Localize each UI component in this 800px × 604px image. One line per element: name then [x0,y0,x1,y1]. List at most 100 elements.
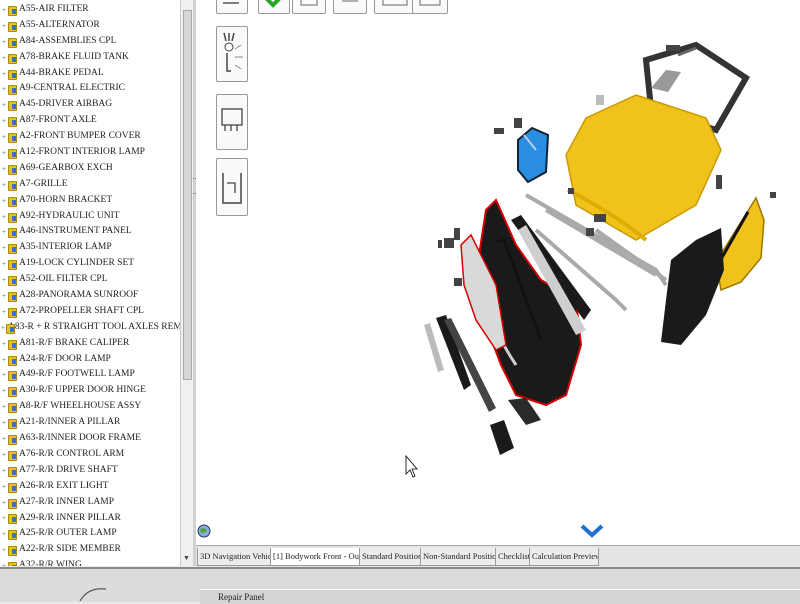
hood-part[interactable] [565,94,722,241]
expand-icon[interactable]: + [1,404,7,411]
tree-item[interactable]: + A19-LOCK CYLINDER SET [0,256,180,272]
expand-icon[interactable]: + [1,388,7,395]
tree-item[interactable]: + A32-R/R WING [0,558,180,566]
tree-scrollbar[interactable]: ▼ [180,0,193,566]
expand-icon[interactable]: + [1,54,7,61]
tree-item[interactable]: + A21-R/INNER A PILLAR [0,415,180,431]
expand-icon[interactable]: + [1,292,7,299]
expand-icon[interactable]: + [1,181,7,188]
tree-item[interactable]: +A83-R + R STRAIGHT TOOL AXLES REMOVED [0,320,180,336]
expand-icon[interactable]: + [1,324,5,331]
tree-item[interactable]: + A76-R/R CONTROL ARM [0,447,180,463]
tree-item[interactable]: + A2-FRONT BUMPER COVER [0,129,180,145]
tree-scrollbar-thumb[interactable] [183,10,192,380]
expand-icon[interactable]: + [1,70,7,77]
tree-item[interactable]: + A12-FRONT INTERIOR LAMP [0,145,180,161]
tree-item-label: A30-R/F UPPER DOOR HINGE [19,385,146,396]
tree-item[interactable]: + A77-R/R DRIVE SHAFT [0,463,180,479]
expand-icon[interactable]: + [1,197,7,204]
headlamp-part[interactable] [517,126,550,184]
expand-icon[interactable]: + [1,118,7,125]
tree-item[interactable]: + A27-R/R INNER LAMP [0,495,180,511]
tree-item-label: A8-R/F WHEELHOUSE ASSY [19,401,142,412]
tree-item[interactable]: + A8-R/F WHEELHOUSE ASSY [0,399,180,415]
expand-icon[interactable]: + [1,213,7,220]
tree-item[interactable]: + A46-INSTRUMENT PANEL [0,224,180,240]
lower-bracket-part[interactable] [490,420,514,455]
tree-item[interactable]: + A81-R/F BRAKE CALIPER [0,336,180,352]
expand-icon[interactable]: + [1,261,7,268]
tab-checklist[interactable]: Checklist [495,548,532,566]
part-folder-icon [8,450,17,461]
tree-item[interactable]: + A87-FRONT AXLE [0,113,180,129]
tree-item-label: A29-R/R INNER PILLAR [19,512,121,523]
tree-item[interactable]: + A70-HORN BRACKET [0,193,180,209]
tree-item[interactable]: + A49-R/F FOOTWELL LAMP [0,367,180,383]
wheel-arch-liner-part[interactable] [661,228,724,345]
tab-calculation-preview[interactable]: Calculation Preview [529,548,599,566]
expand-icon[interactable]: + [1,38,7,45]
expand-icon[interactable]: + [1,499,7,506]
tab-bodywork-front-outer[interactable]: [1] Bodywork Front - Outer [270,548,362,566]
expand-icon[interactable]: + [1,451,7,458]
expand-icon[interactable]: + [1,356,7,363]
tree-item[interactable]: + A78-BRAKE FLUID TANK [0,50,180,66]
expand-icon[interactable]: + [1,435,7,442]
tree-item[interactable]: + A45-DRIVER AIRBAG [0,97,180,113]
tab-standard-positions[interactable]: Standard Positions [359,548,423,566]
expand-icon[interactable]: + [1,134,7,141]
part-folder-icon [8,227,17,239]
tab-3d-navigation-vehicle[interactable]: 3D Navigation Vehicle [197,548,273,566]
right-fender-part[interactable] [715,196,765,292]
expand-icon[interactable]: + [1,165,7,172]
expand-icon[interactable]: + [1,229,7,236]
tree-item[interactable]: + A29-R/R INNER PILLAR [0,511,180,527]
expand-icon[interactable]: + [1,102,7,109]
expand-icon[interactable]: + [1,6,7,13]
tree-item[interactable]: + A26-R/R EXIT LIGHT [0,479,180,495]
tree-item[interactable]: + A30-R/F UPPER DOOR HINGE [0,383,180,399]
tree-item[interactable]: + A22-R/R SIDE MEMBER [0,542,180,558]
expand-icon[interactable]: + [1,22,7,29]
tree-item[interactable]: + A69-GEARBOX EXCH [0,161,180,177]
tree-item-label: A81-R/F BRAKE CALIPER [19,337,130,348]
tree-item[interactable]: + A55-ALTERNATOR [0,18,180,34]
repair-panel-header[interactable]: Repair Panel [200,589,800,604]
part-folder-icon [8,259,17,271]
scroll-down-icon[interactable]: ▼ [183,554,190,562]
tree-item[interactable]: + A92-HYDRAULIC UNIT [0,209,180,225]
chevron-down-icon[interactable] [580,524,604,538]
expand-icon[interactable]: + [1,372,7,379]
expand-icon[interactable]: + [1,308,7,315]
expand-icon[interactable]: + [1,515,7,522]
globe-icon[interactable] [197,524,211,538]
expand-icon[interactable]: + [1,547,7,554]
expand-icon[interactable]: + [1,563,7,566]
expand-icon[interactable]: + [1,245,7,252]
tree-item[interactable]: + A63-R/INNER DOOR FRAME [0,431,180,447]
tree-item[interactable]: + A25-R/R OUTER LAMP [0,526,180,542]
expand-icon[interactable]: + [1,531,7,538]
expand-icon[interactable]: + [1,277,7,284]
tree-item[interactable]: + A9-CENTRAL ELECTRIC [0,81,180,97]
tree-item[interactable]: + A24-R/F DOOR LAMP [0,352,180,368]
tree-item[interactable]: + A84-ASSEMBLIES CPL [0,34,180,50]
expand-icon[interactable]: + [1,483,7,490]
tree-item[interactable]: + A28-PANORAMA SUNROOF [0,288,180,304]
tree-item[interactable]: + A52-OIL FILTER CPL [0,272,180,288]
expand-icon[interactable]: + [1,340,7,347]
tree-item[interactable]: + A7-GRILLE [0,177,180,193]
expand-icon[interactable]: + [1,467,7,474]
part-folder-icon [8,355,17,366]
tree-item[interactable]: + A72-PROPELLER SHAFT CPL [0,304,180,320]
exploded-vehicle-model[interactable] [196,0,800,520]
tree-item[interactable]: + A55-AIR FILTER [0,2,180,18]
tree-item[interactable]: + A35-INTERIOR LAMP [0,240,180,256]
3d-viewport[interactable] [196,0,800,545]
expand-icon[interactable]: + [1,149,7,156]
part-folder-icon [8,513,17,525]
tab-non-standard-positions[interactable]: Non-Standard Positions [420,548,498,566]
tree-item[interactable]: + A44-BRAKE PEDAL [0,66,180,82]
expand-icon[interactable]: + [1,86,7,93]
expand-icon[interactable]: + [1,420,7,427]
